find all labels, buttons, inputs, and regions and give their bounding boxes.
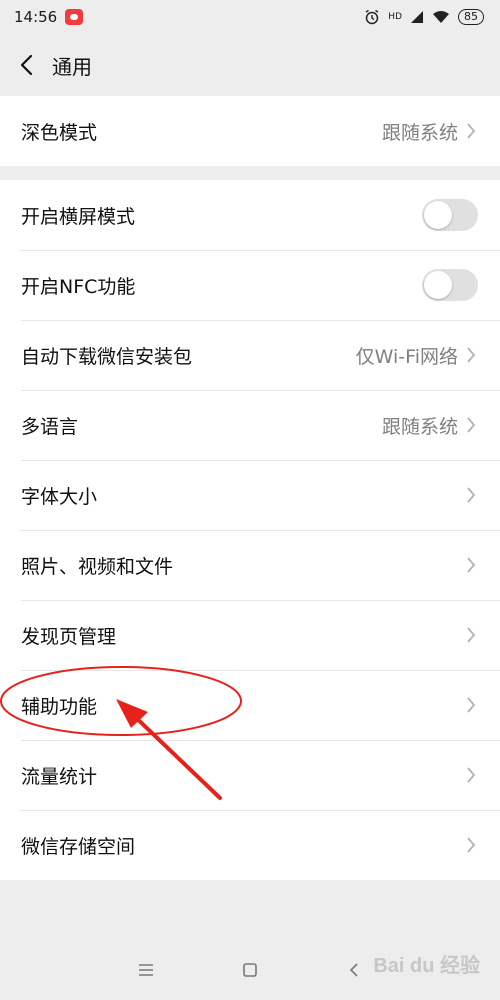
setting-label: 辅助功能 [21, 695, 98, 718]
chevron-right-icon [466, 626, 478, 644]
page-title: 通用 [52, 54, 92, 79]
setting-landscape-mode: 开启横屏模式 [0, 180, 500, 250]
setting-auto-download[interactable]: 自动下载微信安装包 仅Wi-Fi网络 [0, 320, 500, 390]
setting-label: 开启NFC功能 [21, 275, 136, 298]
chevron-right-icon [466, 122, 478, 140]
chevron-right-icon [466, 346, 478, 364]
chevron-right-icon [466, 416, 478, 434]
wifi-icon [433, 11, 449, 23]
setting-label: 照片、视频和文件 [21, 555, 174, 578]
setting-font-size[interactable]: 字体大小 [0, 460, 500, 530]
settings-group-general: 开启横屏模式 开启NFC功能 自动下载微信安装包 仅Wi-Fi网络 多语言 跟随… [0, 180, 500, 880]
battery-indicator: 85 [458, 9, 484, 25]
network-hd-label: HD [388, 12, 402, 22]
chevron-right-icon [466, 556, 478, 574]
setting-language[interactable]: 多语言 跟随系统 [0, 390, 500, 460]
setting-discover-manage[interactable]: 发现页管理 [0, 600, 500, 670]
app-notification-icon [65, 9, 84, 25]
setting-label: 自动下载微信安装包 [21, 345, 193, 368]
back-arrow-icon[interactable] [14, 53, 38, 77]
header: 通用 [0, 34, 500, 96]
setting-value: 仅Wi-Fi网络 [355, 345, 458, 368]
status-time: 14:56 [14, 8, 58, 26]
alarm-icon [365, 9, 379, 25]
setting-label: 深色模式 [21, 121, 98, 144]
setting-accessibility[interactable]: 辅助功能 [0, 670, 500, 740]
landscape-toggle[interactable] [422, 199, 478, 231]
chevron-right-icon [466, 696, 478, 714]
setting-label: 多语言 [21, 415, 79, 438]
setting-label: 微信存储空间 [21, 835, 136, 858]
setting-nfc: 开启NFC功能 [0, 250, 500, 320]
setting-storage[interactable]: 微信存储空间 [0, 810, 500, 880]
setting-label: 字体大小 [21, 485, 98, 508]
chevron-right-icon [466, 766, 478, 784]
nfc-toggle[interactable] [422, 269, 478, 301]
setting-label: 开启横屏模式 [21, 205, 136, 228]
chevron-right-icon [466, 486, 478, 504]
watermark-text: Bai du 经验 [373, 955, 480, 977]
settings-group-display: 深色模式 跟随系统 [0, 96, 500, 166]
home-icon[interactable] [238, 958, 262, 982]
chevron-right-icon [466, 836, 478, 854]
setting-label: 流量统计 [21, 765, 98, 788]
setting-value: 跟随系统 [381, 415, 458, 438]
signal-icon [411, 11, 423, 23]
setting-media-files[interactable]: 照片、视频和文件 [0, 530, 500, 600]
setting-dark-mode[interactable]: 深色模式 跟随系统 [0, 96, 500, 166]
status-bar: 14:56 HD 85 [0, 0, 500, 34]
back-icon[interactable] [342, 958, 366, 982]
setting-value: 跟随系统 [381, 121, 458, 144]
menu-icon[interactable] [134, 958, 158, 982]
setting-label: 发现页管理 [21, 625, 117, 648]
setting-data-usage[interactable]: 流量统计 [0, 740, 500, 810]
